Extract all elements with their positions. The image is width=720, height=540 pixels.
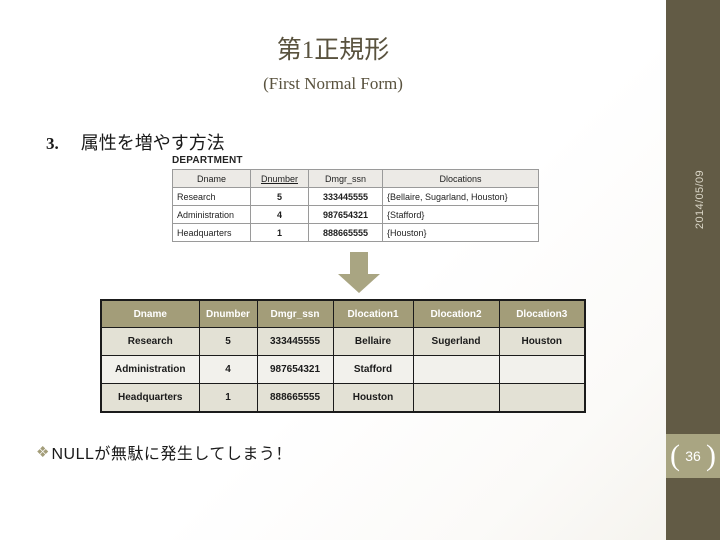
cell-dlocations: {Bellaire, Sugarland, Houston} xyxy=(382,187,539,206)
section-heading: 3. 属性を増やす方法 xyxy=(46,129,225,155)
column-header-dname: Dname xyxy=(172,169,251,188)
cell-dlocation2 xyxy=(412,383,500,413)
cell-dlocation1: Bellaire xyxy=(332,327,414,356)
cell-dlocation2: Sugerland xyxy=(412,327,500,356)
table-header-row: Dname Dnumber Dmgr_ssn Dlocation1 Dlocat… xyxy=(100,299,586,328)
column-header-dmgr-ssn: Dmgr_ssn xyxy=(308,169,383,188)
cell-dlocation2 xyxy=(412,355,500,384)
table-row: Administration 4 987654321 {Stafford} xyxy=(172,205,539,224)
cell-dlocations: {Stafford} xyxy=(382,205,539,224)
cell-dnumber: 4 xyxy=(198,355,258,384)
department-table: Dname Dnumber Dmgr_ssn Dlocations Resear… xyxy=(172,169,539,242)
cell-dmgr-ssn: 888665555 xyxy=(308,223,383,242)
slide-canvas: 第1正規形 (First Normal Form) 3. 属性を増やす方法 DE… xyxy=(0,0,720,540)
table-row: Research 5 333445555 Bellaire Sugerland … xyxy=(100,327,586,356)
cell-dnumber: 5 xyxy=(198,327,258,356)
column-header-dnumber: Dnumber xyxy=(250,169,309,188)
cell-dlocation1: Houston xyxy=(332,383,414,413)
cell-dname: Headquarters xyxy=(100,383,200,413)
department-figure: DEPARTMENT Dname Dnumber Dmgr_ssn Dlocat… xyxy=(172,155,539,242)
column-header-dmgr-ssn: Dmgr_ssn xyxy=(256,299,334,328)
page-title: 第1正規形 xyxy=(276,37,390,64)
table-header-row: Dname Dnumber Dmgr_ssn Dlocations xyxy=(172,169,539,188)
table-row: Research 5 333445555 {Bellaire, Sugarlan… xyxy=(172,187,539,206)
bullet-note-text: NULLが無駄に発生してしまう！ xyxy=(51,446,292,463)
cell-dnumber: 5 xyxy=(250,187,309,206)
cell-dlocation1: Stafford xyxy=(332,355,414,384)
cell-dlocation3 xyxy=(498,383,586,413)
bullet-note: ❖ NULLが無駄に発生してしまう！ xyxy=(36,440,292,464)
cell-dnumber: 4 xyxy=(250,205,309,224)
section-number: 3. xyxy=(46,134,59,153)
table-row: Administration 4 987654321 Stafford xyxy=(100,355,586,384)
cell-dlocations: {Houston} xyxy=(382,223,539,242)
column-header-dnumber: Dnumber xyxy=(198,299,258,328)
column-header-dlocations: Dlocations xyxy=(382,169,539,188)
sidebar: 2014/05/09 ( 36 ) xyxy=(666,0,720,540)
cell-dname: Research xyxy=(100,327,200,356)
department-caption: DEPARTMENT xyxy=(172,155,243,166)
cell-dlocation3 xyxy=(498,355,586,384)
cell-dname: Administration xyxy=(172,205,251,224)
column-header-dlocation1: Dlocation1 xyxy=(332,299,414,328)
cell-dmgr-ssn: 333445555 xyxy=(308,187,383,206)
slide-date: 2014/05/09 xyxy=(694,170,706,230)
cell-dname: Research xyxy=(172,187,251,206)
column-header-dname: Dname xyxy=(100,299,200,328)
table-row: Headquarters 1 888665555 {Houston} xyxy=(172,223,539,242)
result-table: Dname Dnumber Dmgr_ssn Dlocation1 Dlocat… xyxy=(100,299,586,413)
cell-dname: Administration xyxy=(100,355,200,384)
diamond-bullet-icon: ❖ xyxy=(36,443,50,461)
column-header-dlocation3: Dlocation3 xyxy=(498,299,586,328)
column-header-dlocation2: Dlocation2 xyxy=(412,299,500,328)
page-number-badge: ( 36 ) xyxy=(666,434,720,478)
arrow-down-icon xyxy=(336,252,382,294)
table-row: Headquarters 1 888665555 Houston xyxy=(100,383,586,413)
cell-dmgr-ssn: 987654321 xyxy=(256,355,334,384)
cell-dnumber: 1 xyxy=(198,383,258,413)
cell-dname: Headquarters xyxy=(172,223,251,242)
cell-dlocation3: Houston xyxy=(498,327,586,356)
cell-dnumber: 1 xyxy=(250,223,309,242)
right-paren-decoration: ) xyxy=(706,439,716,472)
section-title: 属性を増やす方法 xyxy=(80,133,225,153)
cell-dmgr-ssn: 987654321 xyxy=(308,205,383,224)
cell-dmgr-ssn: 333445555 xyxy=(256,327,334,356)
cell-dmgr-ssn: 888665555 xyxy=(256,383,334,413)
page-subtitle: (First Normal Form) xyxy=(263,74,403,93)
